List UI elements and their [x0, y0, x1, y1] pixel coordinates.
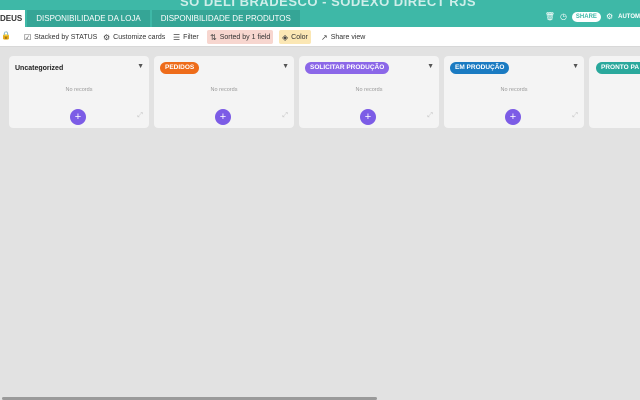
expand-icon[interactable]: ⤢ [427, 112, 433, 120]
table-tabs: DEUS DISPONIBILIDADE DA LOJA DISPONIBILI… [0, 10, 302, 27]
sort-label: Sorted by 1 field [219, 33, 271, 41]
share-view-label: Share view [330, 33, 366, 41]
base-title: SO DELI BRADESCO - SODEXO DIRECT RJS [180, 0, 477, 9]
share-view-button[interactable]: ↗ Share view [318, 30, 368, 44]
kanban-column-pronto-pa: PRONTO PA [589, 56, 640, 128]
chevron-down-icon[interactable]: ▼ [572, 63, 579, 70]
top-bar: SO DELI BRADESCO - SODEXO DIRECT RJS DEU… [0, 0, 640, 27]
share-arrow-icon: ↗ [321, 32, 328, 42]
history-icon[interactable]: ◷ [560, 12, 567, 22]
tab-deus[interactable]: DEUS [0, 10, 26, 27]
stacked-by-button[interactable]: ☑ Stacked by STATUS [21, 30, 100, 44]
sort-icon: ⇅ [210, 32, 217, 42]
customize-cards-label: Customize cards [113, 33, 166, 41]
automations-button[interactable]: AUTOM [618, 14, 640, 20]
sort-button[interactable]: ⇅ Sorted by 1 field [207, 30, 274, 44]
chevron-down-icon[interactable]: ▼ [427, 63, 434, 70]
column-header: PEDIDOS [160, 62, 200, 74]
no-records-text: No records [210, 87, 238, 93]
expand-icon[interactable]: ⤢ [572, 112, 578, 120]
share-button[interactable]: SHARE [571, 12, 601, 22]
column-header: PRONTO PA [596, 62, 640, 74]
column-header: Uncategorized [15, 62, 63, 74]
column-header: SOLICITAR PRODUÇÃO [305, 62, 390, 74]
no-records-text: No records [65, 87, 93, 93]
view-toolbar: 🔒 ☑ Stacked by STATUS ⚙ Customize cards … [0, 27, 640, 47]
no-records-text: No records [355, 87, 383, 93]
add-record-button[interactable]: + [360, 109, 376, 125]
kanban-column-em-producao: EM PRODUÇÃO ▼ No records + ⤢ [444, 56, 584, 128]
customize-cards-button[interactable]: ⚙ Customize cards [100, 30, 168, 44]
top-right-actions: 🗑 ◷ SHARE ⚙ AUTOM [545, 12, 640, 22]
expand-icon[interactable]: ⤢ [282, 112, 288, 120]
add-record-button[interactable]: + [505, 109, 521, 125]
kanban-column-pedidos: PEDIDOS ▼ No records + ⤢ [154, 56, 294, 128]
color-button[interactable]: ◈ Color [279, 30, 311, 44]
column-name-pill: PRONTO PA [596, 62, 640, 74]
filter-label: Filter [183, 33, 199, 41]
checkbox-icon: ☑ [24, 32, 32, 42]
column-name-pill: SOLICITAR PRODUÇÃO [305, 62, 390, 74]
kanban-column-solicitar-producao: SOLICITAR PRODUÇÃO ▼ No records + ⤢ [299, 56, 439, 128]
kanban-column-uncategorized: Uncategorized ▼ No records + ⤢ [9, 56, 149, 128]
chevron-down-icon[interactable]: ▼ [137, 63, 144, 70]
automation-icon[interactable]: ⚙ [606, 12, 613, 22]
column-name: Uncategorized [15, 64, 64, 72]
color-label: Color [291, 33, 308, 41]
lock-icon[interactable]: 🔒 [1, 31, 11, 40]
paint-bucket-icon: ◈ [282, 32, 289, 42]
gear-icon: ⚙ [103, 32, 111, 42]
trash-icon[interactable]: 🗑 [545, 12, 555, 22]
tab-disponibilidade-de-produtos[interactable]: DISPONIBILIDADE DE PRODUTOS [151, 10, 300, 27]
add-record-button[interactable]: + [70, 109, 86, 125]
expand-icon[interactable]: ⤢ [137, 112, 143, 120]
column-name-pill: PEDIDOS [160, 62, 200, 74]
chevron-down-icon[interactable]: ▼ [282, 63, 289, 70]
tab-disponibilidade-da-loja[interactable]: DISPONIBILIDADE DA LOJA [27, 10, 150, 27]
column-name-pill: EM PRODUÇÃO [450, 62, 510, 74]
add-record-button[interactable]: + [215, 109, 231, 125]
no-records-text: No records [500, 87, 528, 93]
column-header: EM PRODUÇÃO [450, 62, 510, 74]
filter-icon: ☰ [173, 32, 181, 42]
stacked-by-label: Stacked by STATUS [34, 33, 98, 41]
filter-button[interactable]: ☰ Filter [170, 30, 202, 44]
